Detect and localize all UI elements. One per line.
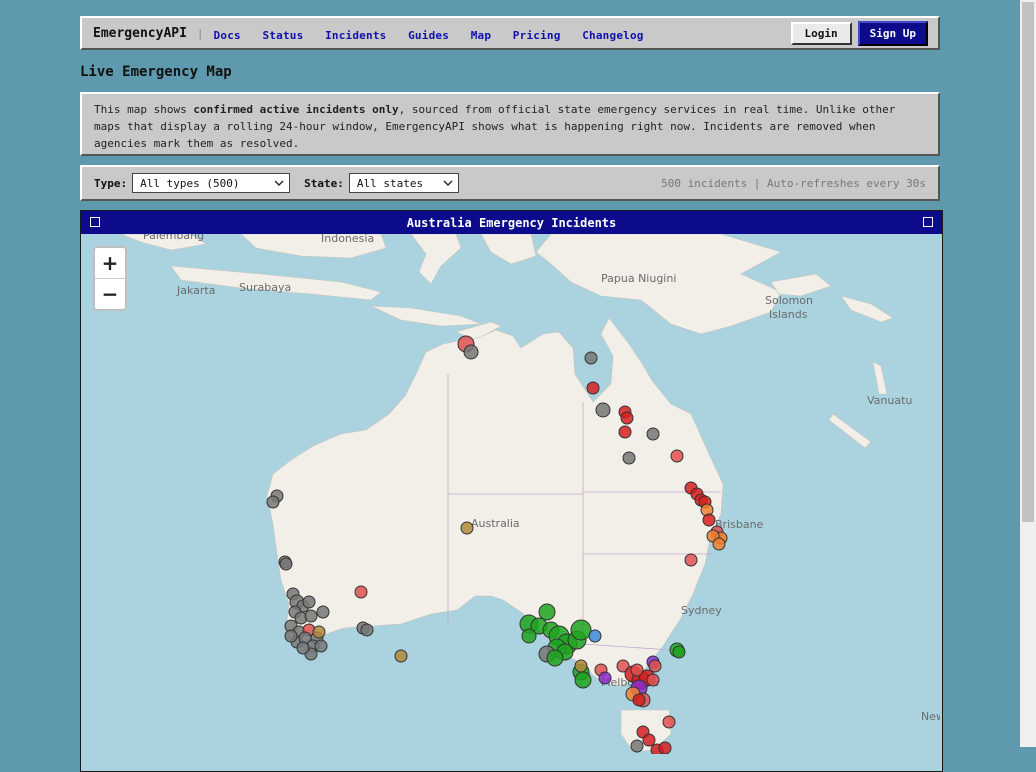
incident-marker[interactable] — [702, 513, 716, 527]
signup-button[interactable]: Sign Up — [857, 20, 928, 46]
map-label-indonesia: Indonesia — [321, 234, 374, 245]
zoom-control: + − — [93, 246, 127, 311]
state-select-value: All states — [356, 176, 424, 190]
incident-marker[interactable] — [646, 673, 660, 687]
incident-marker[interactable] — [360, 623, 374, 637]
incident-map[interactable]: Palembang Indonesia Jakarta Surabaya Pap… — [81, 234, 940, 754]
incident-marker[interactable] — [598, 671, 612, 685]
incident-marker[interactable] — [546, 649, 564, 667]
page-title: Live Emergency Map — [80, 64, 232, 80]
incident-marker[interactable] — [648, 659, 662, 673]
map-label-jakarta: Jakarta — [176, 284, 215, 297]
map-window: Australia Emergency Incidents Palembang … — [80, 210, 943, 772]
nav-link-map[interactable]: Map — [471, 29, 491, 42]
incident-marker[interactable] — [672, 645, 686, 659]
nav-link-pricing[interactable]: Pricing — [513, 29, 561, 42]
map-label-vanuatu: Vanuatu — [867, 394, 912, 407]
incident-marker[interactable] — [588, 629, 602, 643]
info-notice: This map shows confirmed active incident… — [80, 92, 940, 156]
incident-marker[interactable] — [463, 344, 479, 360]
notice-text-start: This map shows — [94, 103, 194, 116]
map-label-australia: Australia — [471, 517, 520, 530]
nav-link-docs[interactable]: Docs — [214, 29, 241, 42]
incident-marker[interactable] — [266, 495, 280, 509]
nav-link-changelog[interactable]: Changelog — [582, 29, 643, 42]
incident-marker[interactable] — [574, 671, 592, 689]
map-title: Australia Emergency Incidents — [406, 215, 617, 230]
notice-text-bold: confirmed active incidents only — [193, 103, 399, 116]
incident-marker[interactable] — [314, 639, 328, 653]
incident-marker[interactable] — [586, 381, 600, 395]
zoom-out-button[interactable]: − — [95, 279, 125, 309]
nav-link-status[interactable]: Status — [262, 29, 303, 42]
filter-bar: Type: All types (500) State: All states … — [80, 165, 940, 201]
incident-marker[interactable] — [595, 402, 611, 418]
map-titlebar: Australia Emergency Incidents — [81, 211, 942, 234]
incident-marker[interactable] — [570, 619, 592, 641]
incident-marker[interactable] — [620, 411, 634, 425]
incident-marker[interactable] — [521, 628, 537, 644]
chevron-down-icon — [443, 180, 453, 186]
state-filter-label: State: — [304, 176, 344, 190]
top-nav: EmergencyAPI | Docs Status Incidents Gui… — [80, 16, 940, 50]
incident-marker[interactable] — [316, 605, 330, 619]
incident-marker[interactable] — [670, 449, 684, 463]
incident-marker[interactable] — [662, 715, 676, 729]
incident-marker[interactable] — [630, 739, 644, 753]
incident-marker[interactable] — [354, 585, 368, 599]
incident-marker[interactable] — [630, 663, 644, 677]
incident-marker[interactable] — [658, 741, 672, 754]
incident-marker[interactable] — [712, 537, 726, 551]
chevron-down-icon — [274, 180, 284, 186]
incident-marker[interactable] — [460, 521, 474, 535]
incident-marker[interactable] — [312, 625, 326, 639]
login-button[interactable]: Login — [790, 21, 852, 45]
incident-marker[interactable] — [279, 557, 293, 571]
map-label-palembang: Palembang — [143, 234, 204, 242]
map-label-islands: Islands — [769, 308, 808, 321]
incident-marker[interactable] — [646, 427, 660, 441]
nav-links: Docs Status Incidents Guides Map Pricing… — [214, 24, 656, 43]
incident-marker[interactable] — [642, 733, 656, 747]
incident-marker[interactable] — [622, 451, 636, 465]
brand-logo[interactable]: EmergencyAPI — [93, 26, 187, 41]
map-label-papua-niugini: Papua Niugini — [601, 272, 676, 285]
nav-link-incidents[interactable]: Incidents — [325, 29, 386, 42]
incident-marker[interactable] — [538, 603, 556, 621]
incident-marker[interactable] — [684, 553, 698, 567]
type-select-value: All types (500) — [140, 176, 240, 190]
incident-marker[interactable] — [296, 641, 310, 655]
nav-separator: | — [196, 26, 204, 40]
map-label-solomon: Solomon — [765, 294, 813, 307]
map-label-sydney: Sydney — [681, 604, 722, 617]
type-select[interactable]: All types (500) — [132, 173, 291, 193]
zoom-in-button[interactable]: + — [95, 248, 125, 279]
incident-marker[interactable] — [584, 351, 598, 365]
incident-marker[interactable] — [284, 629, 298, 643]
incident-marker[interactable] — [632, 693, 646, 707]
scrollbar-thumb[interactable] — [1022, 2, 1034, 522]
page-scrollbar[interactable] — [1020, 0, 1036, 747]
map-label-surabaya: Surabaya — [239, 281, 291, 294]
window-menu-icon[interactable] — [90, 217, 100, 227]
type-filter-label: Type: — [94, 176, 128, 190]
incident-marker[interactable] — [302, 595, 316, 609]
nav-link-guides[interactable]: Guides — [408, 29, 449, 42]
incident-count-status: 500 incidents | Auto-refreshes every 30s — [661, 176, 926, 190]
incident-marker[interactable] — [618, 425, 632, 439]
state-select[interactable]: All states — [348, 173, 459, 193]
incident-marker[interactable] — [394, 649, 408, 663]
map-label-new: New — [921, 710, 940, 723]
window-maximize-icon[interactable] — [923, 217, 933, 227]
incident-marker[interactable] — [574, 659, 588, 673]
incident-marker[interactable] — [304, 609, 318, 623]
